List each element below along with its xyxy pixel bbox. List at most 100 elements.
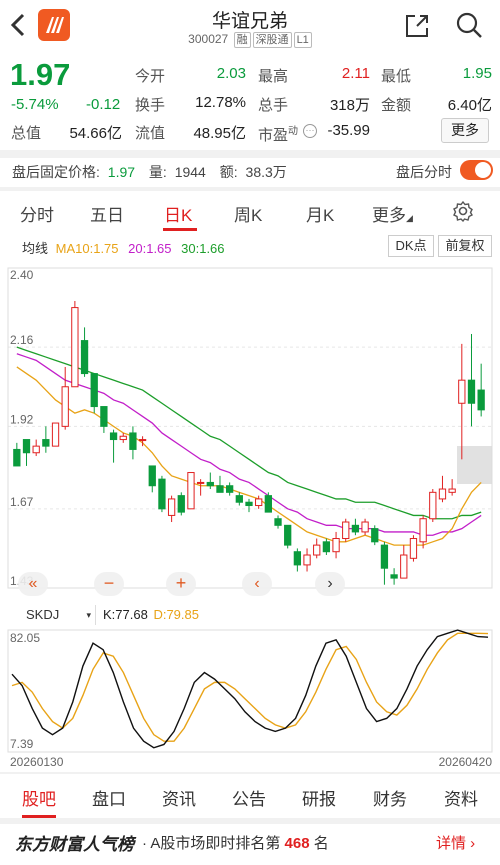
- tab-finance[interactable]: 财务: [373, 785, 407, 810]
- candle: [32, 445, 40, 454]
- candle: [13, 448, 21, 467]
- candle: [429, 491, 437, 520]
- candle: [409, 538, 418, 559]
- amount-value: 6.40亿: [447, 97, 492, 114]
- turnover-label: 换手: [135, 97, 166, 114]
- candle: [109, 432, 118, 441]
- chevron-right-icon[interactable]: ›: [315, 572, 345, 596]
- tab-monthly-k[interactable]: 月K: [306, 201, 334, 226]
- popularity-text: · A股市场即时排名第 468 名: [142, 835, 329, 852]
- candle: [187, 472, 195, 510]
- candle: [322, 541, 331, 553]
- active-tab-indicator: [163, 228, 197, 231]
- y-tick-label: 1.92: [10, 412, 34, 426]
- candle: [80, 340, 89, 375]
- search-icon[interactable]: [454, 10, 484, 40]
- candle: [206, 481, 214, 487]
- total-value-label: 总值: [11, 125, 42, 142]
- settings-icon[interactable]: [452, 200, 474, 223]
- tab-intraday[interactable]: 分时: [20, 201, 54, 226]
- tab-more[interactable]: 更多◢: [372, 201, 413, 226]
- tab-weekly-k[interactable]: 周K: [234, 201, 262, 226]
- chevron-left-icon[interactable]: ‹: [242, 572, 272, 596]
- ma-legend: 均线 MA10:1.75 20:1.65 30:1.66: [22, 238, 225, 257]
- zoom-out-icon[interactable]: −: [94, 572, 124, 596]
- candle: [245, 501, 253, 507]
- more-dots-icon[interactable]: ···: [303, 124, 317, 138]
- tab-order-book[interactable]: 盘口: [92, 785, 126, 810]
- popularity-bar[interactable]: 东方财富人气榜 · A股市场即时排名第 468 名 详情 ›: [0, 824, 500, 865]
- x-tick-label: 20260420: [439, 755, 493, 769]
- candle: [90, 373, 98, 408]
- ma30-label: 30:1.66: [181, 241, 225, 256]
- volume-value: 318万: [329, 97, 370, 114]
- header: 华谊兄弟 300027 融深股通 L1: [0, 0, 500, 54]
- after-hours-toggle[interactable]: [460, 160, 493, 180]
- change-amount: -0.12: [86, 96, 121, 113]
- divider: [0, 150, 500, 158]
- detail-link[interactable]: 详情 ›: [436, 832, 475, 853]
- y-tick-label: 7.39: [10, 737, 34, 751]
- candle: [274, 518, 282, 526]
- candle: [293, 551, 302, 566]
- kline-chart[interactable]: 2.402.161.921.671.43: [0, 258, 500, 603]
- candle: [71, 307, 79, 388]
- candle: [342, 521, 350, 540]
- candle: [390, 574, 398, 579]
- candle: [419, 518, 427, 543]
- pe-value: -35.99: [327, 122, 370, 139]
- indicator-select[interactable]: SKDJ ▾: [8, 605, 96, 625]
- skdj-values: K:77.68 D:79.85: [103, 607, 199, 622]
- after-hours-price: 1.97: [107, 164, 136, 180]
- after-hours-amount: 38.3万: [245, 164, 287, 180]
- tag-margin: 融: [233, 32, 251, 48]
- candle: [129, 432, 137, 450]
- chart-frame: [7, 267, 493, 589]
- candle: [448, 488, 456, 493]
- popularity-rank: 468: [284, 835, 310, 852]
- tab-announcements[interactable]: 公告: [232, 785, 266, 810]
- candle: [196, 481, 205, 484]
- zoom-in-icon[interactable]: +: [166, 572, 196, 596]
- y-tick-label: 2.16: [10, 333, 34, 347]
- tab-daily-k[interactable]: 日K: [164, 201, 192, 226]
- open-value: 2.03: [216, 65, 246, 82]
- tab-profile[interactable]: 资料: [444, 785, 478, 810]
- high-label: 最高: [258, 68, 289, 85]
- divider: [0, 187, 500, 191]
- chevron-down-icon: ▾: [86, 610, 91, 620]
- rewind-icon[interactable]: «: [18, 572, 48, 596]
- candle: [167, 498, 176, 516]
- candle: [42, 439, 50, 447]
- tab-five-day[interactable]: 五日: [90, 201, 124, 226]
- total-value: 54.66亿: [69, 125, 122, 142]
- candle: [284, 524, 292, 546]
- candle: [148, 465, 156, 487]
- skdj-k-label: K:77.68: [103, 607, 148, 622]
- candle: [177, 495, 185, 513]
- after-hours-volume: 1944: [174, 164, 206, 180]
- y-tick-label: 2.40: [10, 268, 34, 282]
- current-price: 1.97: [10, 57, 71, 92]
- low-label: 最低: [381, 68, 412, 85]
- share-icon[interactable]: [403, 12, 431, 40]
- y-tick-label: 82.05: [10, 631, 40, 645]
- skdj-chart[interactable]: 82.05 7.39 20260130 20260420: [0, 624, 500, 769]
- tag-level: L1: [293, 32, 312, 48]
- ma10-line: [16, 366, 482, 546]
- tab-forum[interactable]: 股吧: [22, 785, 56, 810]
- tab-research[interactable]: 研报: [302, 785, 336, 810]
- candle: [22, 439, 31, 454]
- tab-news[interactable]: 资讯: [162, 785, 196, 810]
- more-button[interactable]: 更多: [441, 118, 489, 143]
- y-tick-label: 1.67: [10, 495, 34, 509]
- candle: [61, 386, 69, 427]
- candle: [303, 554, 311, 566]
- dk-point-button[interactable]: DK点: [388, 235, 434, 257]
- adjust-button[interactable]: 前复权: [438, 235, 492, 257]
- candle: [371, 528, 379, 543]
- after-hours-row: 盘后固定价格: 1.97 量: 1944 额: 38.3万: [12, 162, 287, 182]
- chart-frame: [7, 629, 493, 753]
- low-value: 1.95: [462, 65, 492, 82]
- candle: [467, 379, 476, 404]
